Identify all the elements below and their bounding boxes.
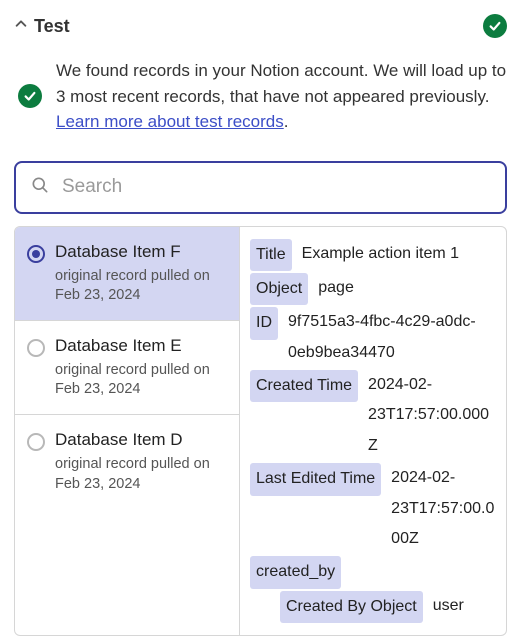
results-panel: Database Item F original record pulled o… — [14, 226, 507, 637]
detail-key-edited: Last Edited Time — [250, 463, 381, 495]
record-details: Title Example action item 1 Object page … — [240, 227, 506, 636]
learn-more-link[interactable]: Learn more about test records — [56, 112, 284, 131]
info-banner: We found records in your Notion account.… — [10, 50, 511, 151]
detail-key-created: Created Time — [250, 370, 358, 402]
detail-val-object: page — [318, 273, 496, 303]
record-title: Database Item E — [55, 335, 229, 357]
detail-key-object: Object — [250, 273, 308, 305]
record-subtitle: original record pulled on Feb 23, 2024 — [55, 361, 229, 400]
success-check-icon — [18, 84, 42, 108]
record-item[interactable]: Database Item D original record pulled o… — [15, 415, 239, 508]
detail-val-created: 2024-02-23T17:57:00.000Z — [368, 370, 496, 461]
record-item[interactable]: Database Item E original record pulled o… — [15, 321, 239, 415]
detail-val-createdby-object: user — [433, 591, 496, 621]
record-list: Database Item F original record pulled o… — [15, 227, 240, 636]
chevron-up-icon[interactable] — [14, 17, 28, 36]
record-title: Database Item F — [55, 241, 229, 263]
record-subtitle: original record pulled on Feb 23, 2024 — [55, 267, 229, 306]
record-title: Database Item D — [55, 429, 229, 451]
search-box[interactable] — [14, 161, 507, 214]
radio-icon — [27, 339, 45, 357]
radio-icon — [27, 433, 45, 451]
detail-key-id: ID — [250, 307, 278, 339]
section-header: Test — [10, 10, 511, 50]
detail-key-createdby-object: Created By Object — [280, 591, 423, 623]
detail-key-title: Title — [250, 239, 292, 271]
radio-icon — [27, 245, 45, 263]
detail-val-id: 9f7515a3-4fbc-4c29-a0dc-0eb9bea34470 — [288, 307, 496, 368]
record-subtitle: original record pulled on Feb 23, 2024 — [55, 455, 229, 494]
detail-val-title: Example action item 1 — [302, 239, 496, 269]
detail-val-edited: 2024-02-23T17:57:00.000Z — [391, 463, 496, 554]
record-item[interactable]: Database Item F original record pulled o… — [15, 227, 239, 321]
info-text: We found records in your Notion account.… — [56, 58, 507, 135]
search-icon — [30, 175, 50, 200]
success-check-icon — [483, 14, 507, 38]
search-input[interactable] — [60, 175, 491, 199]
detail-key-createdby: created_by — [250, 556, 341, 588]
section-title: Test — [34, 16, 70, 37]
